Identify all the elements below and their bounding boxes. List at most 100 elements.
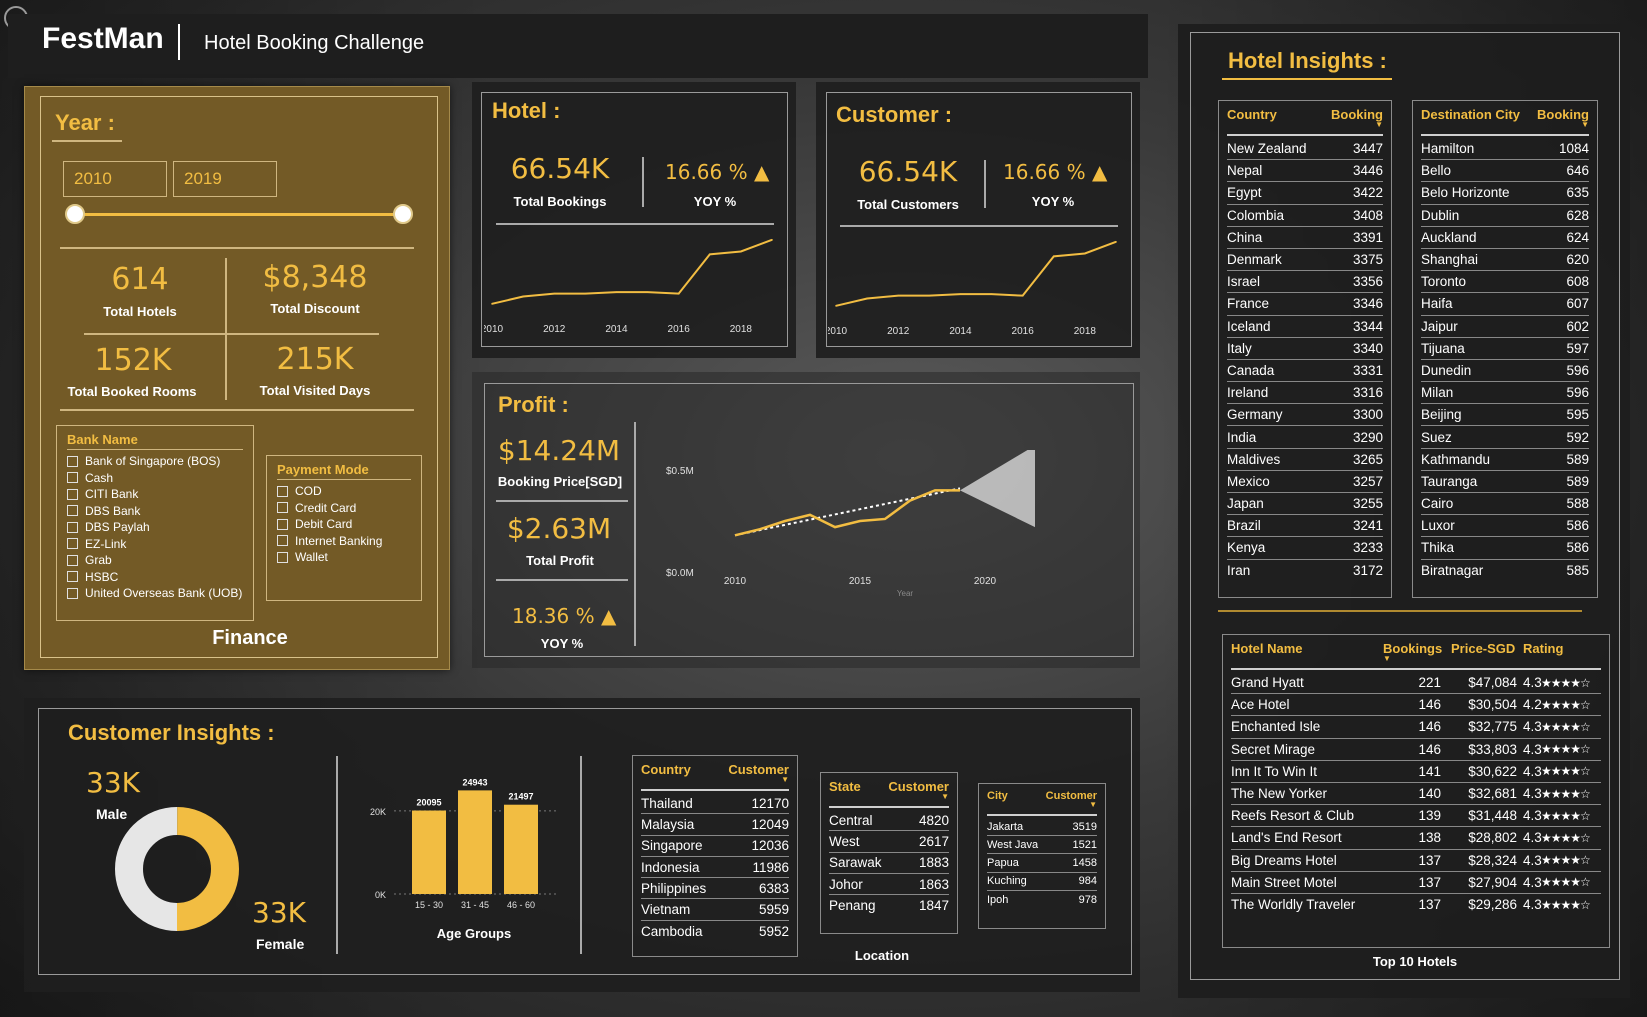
table-row[interactable]: Thailand 12170: [641, 793, 789, 815]
bank-option[interactable]: Cash: [67, 470, 243, 487]
table-row[interactable]: Belo Horizonte 635: [1421, 182, 1589, 205]
table-row[interactable]: India 3290: [1227, 426, 1383, 449]
table-row[interactable]: Tijuana 597: [1421, 338, 1589, 360]
checkbox-icon[interactable]: [67, 505, 78, 517]
payment-mode-option[interactable]: Debit Card: [277, 516, 411, 533]
table-row[interactable]: The New Yorker 140 $32,681 4.3 ★★★★☆: [1231, 783, 1601, 806]
checkbox-icon[interactable]: [277, 535, 288, 547]
table-row[interactable]: Malaysia 12049: [641, 814, 789, 836]
checkbox-icon[interactable]: [67, 554, 78, 566]
table-row[interactable]: Singapore 12036: [641, 836, 789, 857]
payment-mode-option[interactable]: COD: [277, 483, 411, 500]
table-row[interactable]: Central 4820: [829, 810, 949, 832]
bank-option[interactable]: CITI Bank: [67, 486, 243, 503]
table-row[interactable]: Brazil 3241: [1227, 515, 1383, 538]
table-row[interactable]: Shanghai 620: [1421, 249, 1589, 272]
booking-column-header[interactable]: Booking ▼: [1537, 107, 1589, 129]
table-row[interactable]: Milan 596: [1421, 382, 1589, 405]
bank-option[interactable]: DBS Paylah: [67, 519, 243, 536]
table-row[interactable]: Nepal 3446: [1227, 160, 1383, 183]
state-column-header[interactable]: State: [829, 779, 888, 800]
table-row[interactable]: Canada 3331: [1227, 360, 1383, 383]
table-row[interactable]: Mexico 3257: [1227, 471, 1383, 493]
table-row[interactable]: Ireland 3316: [1227, 382, 1383, 405]
table-row[interactable]: Johor 1863: [829, 874, 949, 896]
checkbox-icon[interactable]: [277, 485, 288, 497]
table-row[interactable]: Dunedin 596: [1421, 360, 1589, 383]
bookings-column-header[interactable]: Bookings ▼: [1383, 641, 1451, 663]
table-row[interactable]: Jakarta 3519: [987, 818, 1097, 837]
table-row[interactable]: Jaipur 602: [1421, 316, 1589, 338]
checkbox-icon[interactable]: [67, 472, 78, 484]
bank-option[interactable]: United Overseas Bank (UOB): [67, 585, 243, 602]
year-from-input[interactable]: 2010: [63, 161, 167, 197]
bank-option[interactable]: Bank of Singapore (BOS): [67, 453, 243, 470]
table-row[interactable]: Vietnam 5959: [641, 899, 789, 921]
price-column-header[interactable]: Price-SGD: [1451, 641, 1523, 662]
checkbox-icon[interactable]: [67, 455, 78, 467]
table-row[interactable]: Thika 586: [1421, 537, 1589, 560]
table-row[interactable]: Cambodia 5952: [641, 921, 789, 942]
table-row[interactable]: Kenya 3233: [1227, 537, 1383, 560]
table-row[interactable]: Suez 592: [1421, 426, 1589, 449]
year-slider-track[interactable]: [75, 213, 405, 216]
table-row[interactable]: Inn It To Win It 141 $30,622 4.3 ★★★★☆: [1231, 761, 1601, 783]
checkbox-icon[interactable]: [67, 538, 78, 550]
table-row[interactable]: Secret Mirage 146 $33,803 4.3 ★★★★☆: [1231, 739, 1601, 761]
bank-option[interactable]: Grab: [67, 552, 243, 569]
table-row[interactable]: Bello 646: [1421, 160, 1589, 183]
payment-mode-option[interactable]: Internet Banking: [277, 533, 411, 550]
table-row[interactable]: Auckland 624: [1421, 227, 1589, 249]
customer-column-header[interactable]: Customer ▼: [1046, 790, 1097, 809]
table-row[interactable]: The Worldly Traveler 137 $29,286 4.3 ★★★★☆: [1231, 894, 1601, 916]
table-row[interactable]: Big Dreams Hotel 137 $28,324 4.3 ★★★★☆: [1231, 850, 1601, 872]
destination-city-column-header[interactable]: Destination City: [1421, 107, 1537, 128]
table-row[interactable]: Penang 1847: [829, 895, 949, 916]
table-row[interactable]: Dublin 628: [1421, 205, 1589, 227]
table-row[interactable]: Haifa 607: [1421, 293, 1589, 316]
table-row[interactable]: Grand Hyatt 221 $47,084 4.3 ★★★★☆: [1231, 672, 1601, 695]
checkbox-icon[interactable]: [67, 571, 78, 583]
table-row[interactable]: Philippines 6383: [641, 878, 789, 900]
table-row[interactable]: Kathmandu 589: [1421, 449, 1589, 471]
bank-option[interactable]: EZ-Link: [67, 536, 243, 553]
table-row[interactable]: Luxor 586: [1421, 515, 1589, 538]
table-row[interactable]: Land's End Resort 138 $28,802 4.3 ★★★★☆: [1231, 827, 1601, 850]
table-row[interactable]: Iceland 3344: [1227, 316, 1383, 338]
city-column-header[interactable]: City: [987, 790, 1046, 808]
customer-column-header[interactable]: Customer ▼: [888, 779, 949, 801]
table-row[interactable]: Beijing 595: [1421, 404, 1589, 427]
checkbox-icon[interactable]: [67, 488, 78, 500]
bank-option[interactable]: DBS Bank: [67, 503, 243, 520]
table-row[interactable]: Colombia 3408: [1227, 205, 1383, 227]
hotel-name-column-header[interactable]: Hotel Name: [1231, 641, 1383, 662]
rating-column-header[interactable]: Rating: [1523, 641, 1601, 662]
table-row[interactable]: Hamilton 1084: [1421, 138, 1589, 161]
country-column-header[interactable]: Country: [641, 762, 728, 783]
table-row[interactable]: Toronto 608: [1421, 271, 1589, 294]
table-row[interactable]: Israel 3356: [1227, 271, 1383, 294]
table-row[interactable]: China 3391: [1227, 227, 1383, 249]
table-row[interactable]: West Java 1521: [987, 836, 1097, 855]
table-row[interactable]: West 2617: [829, 831, 949, 853]
table-row[interactable]: Tauranga 589: [1421, 471, 1589, 493]
age-bar[interactable]: [412, 810, 446, 894]
table-row[interactable]: Maldives 3265: [1227, 449, 1383, 471]
table-row[interactable]: Denmark 3375: [1227, 249, 1383, 272]
age-bar[interactable]: [458, 790, 492, 894]
customer-column-header[interactable]: Customer ▼: [728, 762, 789, 784]
table-row[interactable]: Sarawak 1883: [829, 853, 949, 874]
payment-mode-option[interactable]: Wallet: [277, 549, 411, 566]
year-slider-handle-start[interactable]: [65, 204, 85, 224]
table-row[interactable]: Japan 3255: [1227, 493, 1383, 516]
checkbox-icon[interactable]: [277, 518, 288, 530]
table-row[interactable]: Indonesia 11986: [641, 857, 789, 879]
table-row[interactable]: New Zealand 3447: [1227, 138, 1383, 161]
table-row[interactable]: Ipoh 978: [987, 891, 1097, 909]
table-row[interactable]: Biratnagar 585: [1421, 560, 1589, 582]
table-row[interactable]: Kuching 984: [987, 873, 1097, 891]
booking-column-header[interactable]: Booking ▼: [1331, 107, 1383, 129]
table-row[interactable]: Reefs Resort & Club 139 $31,448 4.3 ★★★★☆: [1231, 805, 1601, 828]
checkbox-icon[interactable]: [277, 551, 288, 563]
table-row[interactable]: France 3346: [1227, 293, 1383, 316]
